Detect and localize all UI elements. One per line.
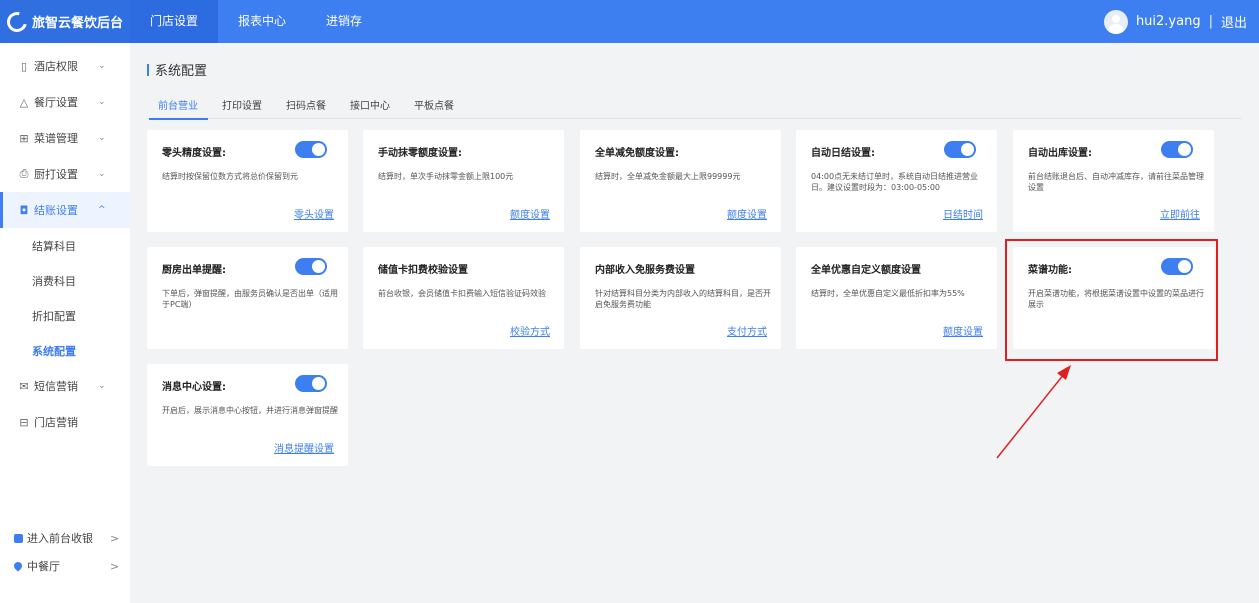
annotation-arrow [996,365,1071,459]
annotation-arrow-line [996,373,1065,459]
annotation-arrow-head [1057,365,1071,380]
